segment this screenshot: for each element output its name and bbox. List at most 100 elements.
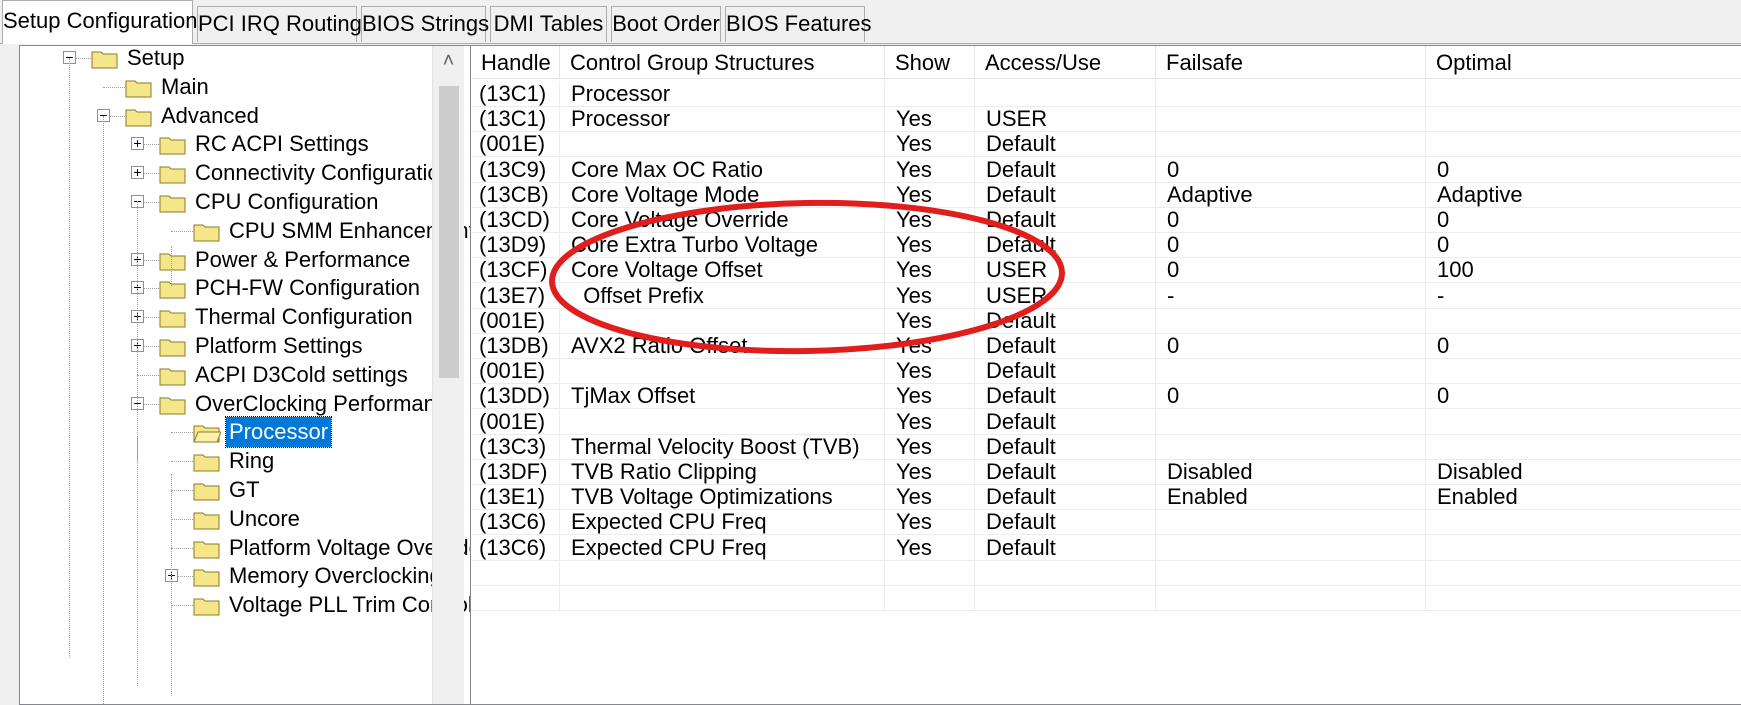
tree-node-label: Ring [229, 448, 275, 474]
tree-guide-line [137, 436, 138, 686]
tree-node-platform-voltage-overrides[interactable]: Platform Voltage Overrides [20, 533, 486, 563]
folder-icon [159, 368, 186, 386]
tree-node-thermal-configuration[interactable]: + Thermal Configuration [20, 302, 432, 332]
tree-connector [171, 490, 193, 491]
cell-handle [471, 585, 560, 610]
table-row[interactable]: (13C6) Expected CPU Freq Yes Default [471, 534, 1741, 561]
cell-show: Yes [885, 333, 975, 358]
table-row[interactable]: (13DF) TVB Ratio Clipping Yes Default Disabl… [471, 459, 1741, 485]
cell-failsafe: 0 [1156, 383, 1426, 409]
cell-handle: (13C6) [471, 509, 560, 535]
cell-access-use: Default [975, 459, 1156, 484]
tree-node-pch-fw-configuration[interactable]: + PCH-FW Configuration [20, 273, 432, 303]
tab-pci-irq-routing[interactable]: PCI IRQ Routing [197, 6, 362, 42]
tab-bar: Setup Configuration PCI IRQ Routing BIOS… [0, 0, 1741, 44]
table-row[interactable]: (001E) Yes Default [471, 131, 1741, 158]
cell-access-use: USER [975, 257, 1156, 283]
tree-connector [103, 86, 125, 88]
tree-node-cpu-smm-enhancement[interactable]: CPU SMM Enhancement [20, 216, 475, 246]
table-row[interactable]: (13CD) Core Voltage Override Yes Default 0 0 [471, 207, 1741, 233]
folder-icon [159, 166, 186, 184]
cell-show: Yes [885, 106, 975, 132]
column-header-failsafe[interactable]: Failsafe [1156, 46, 1426, 78]
cell-control-group: AVX2 Ratio Offset [560, 333, 885, 358]
tree-node-setup[interactable]: − Setup [20, 45, 432, 73]
table-row[interactable]: (13C3) Thermal Velocity Boost (TVB) Yes Def… [471, 433, 1741, 460]
tree-node-ring[interactable]: Ring [20, 446, 432, 476]
table-row[interactable]: (13C9) Core Max OC Ratio Yes Default 0 0 [471, 156, 1741, 183]
cell-failsafe: 0 [1156, 156, 1426, 182]
table-row[interactable]: (13DB) AVX2 Ratio Offset Yes Default 0 0 [471, 333, 1741, 359]
column-header-handle[interactable]: Handle [471, 46, 560, 78]
folder-icon [125, 109, 152, 127]
table-row[interactable]: (001E) Yes Default [471, 358, 1741, 385]
tab-setup-configuration[interactable]: Setup Configuration [2, 0, 197, 44]
setup-tree[interactable]: − Setup Main − Advanced + RC ACPI Settings… [19, 45, 487, 705]
folder-icon [193, 224, 220, 242]
cell-handle: (13C9) [471, 156, 560, 182]
tab-bios-strings[interactable]: BIOS Strings [361, 6, 489, 42]
column-header-optimal[interactable]: Optimal [1426, 46, 1741, 78]
tree-node-label: ACPI D3Cold settings [195, 361, 408, 387]
cell-failsafe: 0 [1156, 333, 1426, 358]
tree-node-main[interactable]: Main [20, 72, 432, 102]
table-row[interactable]: (13C1) Processor Yes USER [471, 106, 1741, 133]
tab-boot-order[interactable]: Boot Order [611, 6, 721, 42]
folder-icon [125, 80, 152, 98]
table-row[interactable]: (001E) Yes Default [471, 307, 1741, 334]
tree-node-cpu-configuration[interactable]: − CPU Configuration [20, 187, 432, 217]
table-row[interactable]: (13D9) Core Extra Turbo Voltage Yes Default… [471, 232, 1741, 259]
tree-node-label: Power & Performance [195, 246, 411, 272]
cell-handle: (001E) [471, 131, 560, 157]
tree-node-platform-settings[interactable]: + Platform Settings [20, 331, 432, 361]
column-header-show[interactable]: Show [885, 46, 975, 78]
tree-scrollbar[interactable]: ˄ [432, 46, 464, 704]
folder-icon [159, 281, 186, 299]
tree-guide-line [103, 116, 104, 704]
cell-failsafe [1156, 358, 1426, 384]
table-row[interactable]: (13C1) Processor [471, 81, 1741, 107]
tree-node-memory-overclocking[interactable]: + Memory Overclocking [20, 561, 442, 591]
tree-node-label: Setup [127, 45, 185, 70]
table-row[interactable]: (13C6) Expected CPU Freq Yes Default [471, 509, 1741, 536]
tree-node-acpi-d3cold-settings[interactable]: ACPI D3Cold settings [20, 360, 432, 390]
table-row[interactable]: (13CF) Core Voltage Offset Yes USER 0 100 [471, 257, 1741, 284]
tree-node-label: OverClocking Performance [195, 390, 460, 416]
cell-access-use: USER [975, 106, 1156, 132]
table-row[interactable]: (13CB) Core Voltage Mode Yes Default Adaptiv… [471, 181, 1741, 208]
tree-node-rc-acpi-settings[interactable]: + RC ACPI Settings [20, 129, 432, 159]
cell-failsafe [1156, 307, 1426, 333]
column-header-access-use[interactable]: Access/Use [975, 46, 1156, 78]
cell-access-use: Default [975, 433, 1156, 459]
cell-access-use: Default [975, 181, 1156, 207]
cell-show: Yes [885, 459, 975, 484]
tree-node-connectivity-configuration[interactable]: + Connectivity Configuration [20, 158, 452, 188]
cell-control-group: Expected CPU Freq [560, 509, 885, 535]
cell-control-group: Core Max OC Ratio [560, 156, 885, 182]
scrollbar-thumb[interactable] [439, 86, 459, 378]
tree-node-overclocking-performance[interactable]: − OverClocking Performance [20, 389, 459, 419]
table-row[interactable]: (13E1) TVB Voltage Optimizations Yes Defaul… [471, 484, 1741, 511]
expand-icon[interactable]: + [131, 165, 144, 180]
expand-icon[interactable]: + [131, 136, 144, 151]
tree-node-voltage-pll-trim-controls[interactable]: Voltage PLL Trim Controls [20, 590, 484, 620]
table-row[interactable] [471, 559, 1741, 586]
table-row[interactable]: (13DD) TjMax Offset Yes Default 0 0 [471, 383, 1741, 410]
tab-bios-features[interactable]: BIOS Features [725, 6, 872, 42]
table-row[interactable]: (13E7) Offset Prefix Yes USER - - [471, 282, 1741, 309]
column-header-control-group[interactable]: Control Group Structures [560, 46, 885, 78]
table-row[interactable]: (001E) Yes Default [471, 408, 1741, 435]
tree-node-uncore[interactable]: Uncore [20, 504, 432, 534]
table-row[interactable] [471, 585, 1741, 611]
tree-node-processor[interactable]: Processor [20, 416, 432, 449]
chevron-up-icon[interactable]: ˄ [433, 46, 464, 76]
tree-node-advanced[interactable]: − Advanced [20, 101, 432, 131]
cell-control-group [560, 559, 885, 585]
tree-guide-line [137, 201, 138, 461]
cell-optimal: - [1426, 283, 1741, 308]
tree-node-power-performance[interactable]: + Power & Performance [20, 245, 432, 275]
tree-node-gt[interactable]: GT [20, 475, 432, 505]
cell-failsafe [1156, 81, 1426, 106]
tab-dmi-tables[interactable]: DMI Tables [490, 6, 607, 42]
cell-optimal [1426, 358, 1741, 383]
